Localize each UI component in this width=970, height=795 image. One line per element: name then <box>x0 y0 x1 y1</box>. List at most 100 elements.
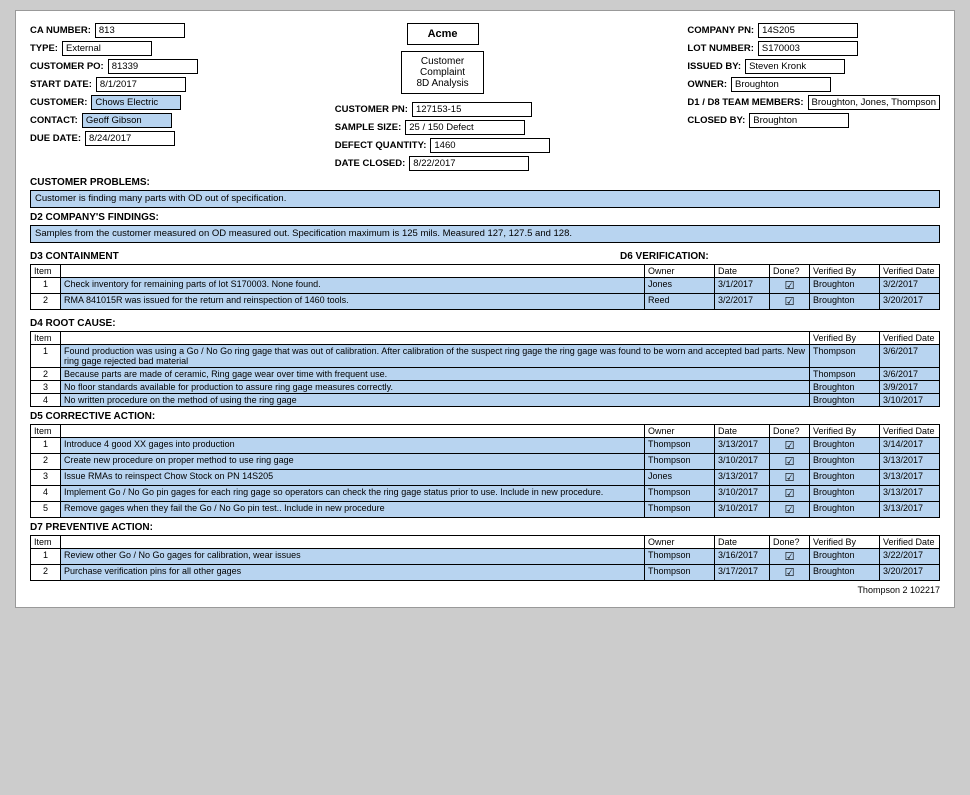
d5-th-date: Date <box>715 425 770 438</box>
item-cell: 2 <box>31 454 61 470</box>
d7-th-desc <box>61 536 645 549</box>
d5-th-desc <box>61 425 645 438</box>
owner-value: Broughton <box>731 77 831 92</box>
d4-table: Item Verified By Verified Date 1 Found p… <box>30 331 940 407</box>
desc-cell: RMA 841015R was issued for the return an… <box>61 294 645 310</box>
verdate-cell: 3/2/2017 <box>880 278 940 294</box>
d4-th-verdate: Verified Date <box>880 332 940 345</box>
th-item: Item <box>31 265 61 278</box>
verdate-cell: 3/13/2017 <box>880 486 940 502</box>
customer-row: CUSTOMER: Chows Electric <box>30 95 198 110</box>
table-row: 4 No written procedure on the method of … <box>31 394 940 407</box>
defect-qty-label: DEFECT QUANTITY: <box>335 140 427 151</box>
customer-pn-label: CUSTOMER PN: <box>335 104 408 115</box>
d7-th-owner: Owner <box>645 536 715 549</box>
d5-th-verby: Verified By <box>810 425 880 438</box>
verdate-cell: 3/20/2017 <box>880 565 940 581</box>
d5-header-row: Item Owner Date Done? Verified By Verifi… <box>31 425 940 438</box>
d5-th-done: Done? <box>770 425 810 438</box>
start-date-label: START DATE: <box>30 79 92 90</box>
d6-header: D6 VERIFICATION: <box>620 251 940 262</box>
due-date-value: 8/24/2017 <box>85 131 175 146</box>
verdate-cell: 3/9/2017 <box>880 381 940 394</box>
owner-cell: Reed <box>645 294 715 310</box>
defect-qty-value: 1460 <box>430 138 550 153</box>
item-cell: 3 <box>31 381 61 394</box>
desc-cell: No floor standards available for product… <box>61 381 810 394</box>
d1d8-row: D1 / D8 TEAM MEMBERS: Broughton, Jones, … <box>687 95 940 110</box>
d3-table: Item Owner Date Done? Verified By Verifi… <box>30 264 940 310</box>
done-cell: ☑ <box>770 565 810 581</box>
lot-number-value: S170003 <box>758 41 858 56</box>
date-cell: 3/2/2017 <box>715 294 770 310</box>
item-cell: 4 <box>31 486 61 502</box>
item-cell: 2 <box>31 294 61 310</box>
done-cell: ☑ <box>770 470 810 486</box>
verby-cell: Thompson <box>810 368 880 381</box>
type-row: TYPE: External <box>30 41 198 56</box>
d2-text: Samples from the customer measured on OD… <box>30 225 940 243</box>
ca-number-value: 813 <box>95 23 185 38</box>
verby-cell: Thompson <box>810 345 880 368</box>
verby-cell: Broughton <box>810 438 880 454</box>
verdate-cell: 3/13/2017 <box>880 502 940 518</box>
due-date-row: DUE DATE: 8/24/2017 <box>30 131 198 146</box>
th-owner: Owner <box>645 265 715 278</box>
owner-cell: Thompson <box>645 565 715 581</box>
d7-th-item: Item <box>31 536 61 549</box>
item-cell: 3 <box>31 470 61 486</box>
d1d8-value: Broughton, Jones, Thompson <box>808 95 940 110</box>
d5-th-verdate: Verified Date <box>880 425 940 438</box>
item-cell: 1 <box>31 438 61 454</box>
d7-header: D7 PREVENTIVE ACTION: <box>30 522 940 533</box>
table-row: 3 No floor standards available for produ… <box>31 381 940 394</box>
verby-cell: Broughton <box>810 470 880 486</box>
contact-label: CONTACT: <box>30 115 78 126</box>
company-pn-label: COMPANY PN: <box>687 25 754 36</box>
verdate-cell: 3/6/2017 <box>880 345 940 368</box>
table-row: 2 Create new procedure on proper method … <box>31 454 940 470</box>
owner-cell: Jones <box>645 278 715 294</box>
d5-th-item: Item <box>31 425 61 438</box>
owner-cell: Jones <box>645 470 715 486</box>
item-cell: 1 <box>31 278 61 294</box>
doc-type-line3: 8D Analysis <box>416 78 468 89</box>
footer-text: Thompson 2 102217 <box>30 585 940 595</box>
desc-cell: Purchase verification pins for all other… <box>61 565 645 581</box>
owner-cell: Thompson <box>645 502 715 518</box>
desc-cell: Check inventory for remaining parts of l… <box>61 278 645 294</box>
customer-pn-value: 127153-15 <box>412 102 532 117</box>
table-row: 4 Implement Go / No Go pin gages for eac… <box>31 486 940 502</box>
owner-row: OWNER: Broughton <box>687 77 940 92</box>
desc-cell: Because parts are made of ceramic, Ring … <box>61 368 810 381</box>
th-verdate: Verified Date <box>880 265 940 278</box>
table-row: 2 Purchase verification pins for all oth… <box>31 565 940 581</box>
desc-cell: Create new procedure on proper method to… <box>61 454 645 470</box>
verdate-cell: 3/14/2017 <box>880 438 940 454</box>
company-name-box: Acme <box>407 23 479 45</box>
th-verby: Verified By <box>810 265 880 278</box>
owner-cell: Thompson <box>645 438 715 454</box>
date-closed-label: DATE CLOSED: <box>335 158 406 169</box>
item-cell: 2 <box>31 368 61 381</box>
date-cell: 3/10/2017 <box>715 502 770 518</box>
item-cell: 5 <box>31 502 61 518</box>
issued-by-row: ISSUED BY: Steven Kronk <box>687 59 940 74</box>
defect-qty-row: DEFECT QUANTITY: 1460 <box>335 138 551 153</box>
verdate-cell: 3/20/2017 <box>880 294 940 310</box>
table-row: 1 Found production was using a Go / No G… <box>31 345 940 368</box>
company-name: Acme <box>428 28 458 40</box>
type-value: External <box>62 41 152 56</box>
verby-cell: Broughton <box>810 454 880 470</box>
contact-row: CONTACT: Geoff Gibson <box>30 113 198 128</box>
company-pn-value: 14S205 <box>758 23 858 38</box>
date-cell: 3/1/2017 <box>715 278 770 294</box>
th-done: Done? <box>770 265 810 278</box>
date-cell: 3/13/2017 <box>715 470 770 486</box>
item-cell: 4 <box>31 394 61 407</box>
d7-th-verdate: Verified Date <box>880 536 940 549</box>
date-cell: 3/16/2017 <box>715 549 770 565</box>
customer-pn-row: CUSTOMER PN: 127153-15 <box>335 102 551 117</box>
closed-by-value: Broughton <box>749 113 849 128</box>
page: CA NUMBER: 813 TYPE: External CUSTOMER P… <box>15 10 955 608</box>
